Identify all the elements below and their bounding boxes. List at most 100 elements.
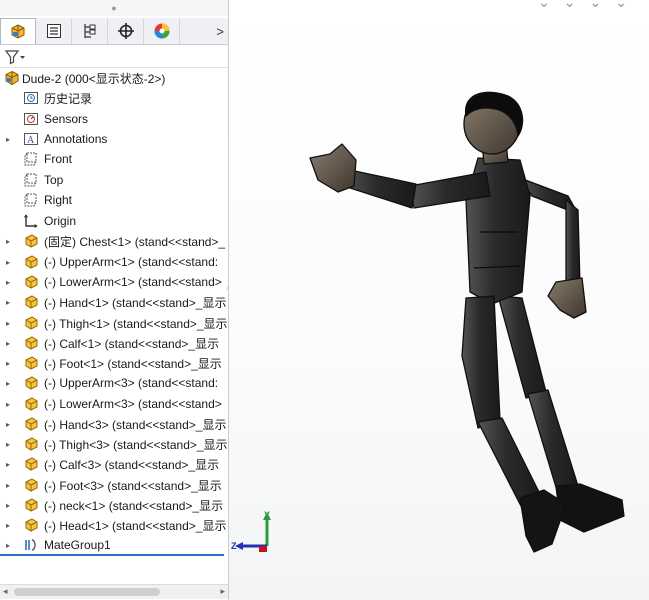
expand-arrow-icon[interactable]: ▸	[6, 400, 14, 409]
tree-item-label: (-) UpperArm<3> (stand<<stand:	[44, 376, 219, 390]
tree-item-part[interactable]: ▸ (-) Thigh<3> (stand<<stand>_显示	[0, 434, 228, 454]
tree-item-part[interactable]: ▸ (-) Calf<3> (stand<<stand>_显示	[0, 454, 228, 474]
hand-front	[309, 143, 357, 193]
plane-icon	[23, 192, 39, 208]
tree-item-label: (-) Calf<3> (stand<<stand>_显示	[44, 457, 220, 472]
expand-arrow-icon[interactable]: ▸	[6, 379, 14, 388]
featuremanager-icon	[11, 23, 25, 39]
tree-item-label: Annotations	[44, 132, 108, 146]
expand-arrow-icon[interactable]: ▸	[6, 339, 14, 348]
more-tabs-button[interactable]: >	[216, 18, 224, 44]
hand-rear	[547, 277, 587, 319]
expand-arrow-icon[interactable]: ▸	[6, 319, 14, 328]
foot-front	[519, 489, 567, 553]
tree-item-part[interactable]: ▸ (-) Hand<1> (stand<<stand>_显示	[0, 292, 228, 312]
tree-end-marker	[0, 554, 224, 556]
triad-y-label: Y	[264, 510, 270, 520]
panel-grip[interactable]: ●	[0, 0, 228, 16]
mannequin-model[interactable]	[229, 0, 649, 600]
thigh-rear	[497, 295, 547, 399]
expand-arrow-icon[interactable]: ▸	[6, 237, 14, 246]
part-icon	[23, 497, 39, 513]
scrollbar-thumb[interactable]	[14, 588, 160, 596]
scroll-right-icon[interactable]: ▸	[220, 586, 225, 597]
tree-item-label: MateGroup1	[44, 538, 111, 552]
featuremanager-tab[interactable]	[0, 18, 36, 44]
plane-icon	[23, 172, 39, 188]
featuremanager-panel: ● > Dude-2 (000<显示状态-2>) 历史记录 Sensors ▸ …	[0, 0, 229, 600]
tree-item-label: Top	[44, 173, 64, 187]
tree-item-part[interactable]: ▸ (-) LowerArm<3> (stand<<stand>	[0, 394, 228, 414]
tree-item-label: (-) neck<1> (stand<<stand>_显示	[44, 498, 224, 513]
tree-item-label: (-) Calf<1> (stand<<stand>_显示	[44, 336, 220, 351]
expand-arrow-icon[interactable]: ▸	[6, 298, 14, 307]
graphics-area[interactable]: ⌄⌄⌄⌄ Y Z	[229, 0, 649, 600]
tree-item-label: (-) Head<1> (stand<<stand>_显示	[44, 518, 227, 533]
tree-item-part[interactable]: ▸ (-) UpperArm<1> (stand<<stand:	[0, 252, 228, 272]
horizontal-scrollbar[interactable]: ◂ ▸	[0, 584, 228, 599]
tree-item-label: (-) LowerArm<1> (stand<<stand>	[44, 275, 222, 289]
part-icon	[23, 233, 39, 249]
tree-item-part[interactable]: ▸ (-) LowerArm<1> (stand<<stand>	[0, 272, 228, 292]
tree-item-part[interactable]: ▸ (-) Hand<3> (stand<<stand>_显示	[0, 414, 228, 434]
svg-text:A: A	[27, 135, 35, 146]
part-icon	[23, 254, 39, 270]
part-icon	[23, 315, 39, 331]
history-icon	[23, 90, 39, 106]
plane-icon	[23, 151, 39, 167]
tree-root-assembly[interactable]: Dude-2 (000<显示状态-2>)	[0, 68, 228, 88]
dimxpert-tab[interactable]	[108, 18, 144, 44]
tree-item-part[interactable]: ▸ (-) Calf<1> (stand<<stand>_显示	[0, 333, 228, 353]
thigh-front	[461, 295, 501, 429]
scroll-left-icon[interactable]: ◂	[3, 586, 8, 597]
expand-arrow-icon[interactable]: ▸	[6, 541, 14, 550]
expand-arrow-icon[interactable]: ▸	[6, 420, 14, 429]
tree-item-part[interactable]: ▸ (-) neck<1> (stand<<stand>_显示	[0, 495, 228, 515]
expand-arrow-icon[interactable]: ▸	[6, 440, 14, 449]
tree-item-mategroup[interactable]: ▸ MateGroup1	[0, 535, 228, 555]
tree-item-part[interactable]: ▸ (-) Foot<1> (stand<<stand>_显示	[0, 353, 228, 373]
tree-item-part[interactable]: ▸ (固定) Chest<1> (stand<<stand>_	[0, 231, 228, 251]
coordinate-triad: Y Z	[231, 510, 271, 552]
tree-item-front-plane[interactable]: Front	[0, 149, 228, 169]
expand-arrow-icon[interactable]: ▸	[6, 501, 14, 510]
expand-arrow-icon[interactable]: ▸	[6, 135, 14, 144]
filter-row	[0, 46, 228, 68]
part-icon	[23, 517, 39, 533]
tree-item-part[interactable]: ▸ (-) Thigh<1> (stand<<stand>_显示	[0, 313, 228, 333]
tree-item-right-plane[interactable]: Right	[0, 190, 228, 210]
tree-item-top-plane[interactable]: Top	[0, 170, 228, 190]
tree-item-sensors[interactable]: Sensors	[0, 109, 228, 129]
configurationmanager-icon	[83, 24, 95, 38]
expand-arrow-icon[interactable]: ▸	[6, 460, 14, 469]
tree-item-annotations[interactable]: ▸ A Annotations	[0, 129, 228, 149]
tree-item-part[interactable]: ▸ (-) UpperArm<3> (stand<<stand:	[0, 373, 228, 393]
tree-item-label: (-) Foot<3> (stand<<stand>_显示	[44, 478, 222, 493]
expand-arrow-icon[interactable]: ▸	[6, 521, 14, 530]
tree-item-label: Origin	[44, 214, 77, 228]
tree-item-label: Front	[44, 152, 73, 166]
tree-item-history[interactable]: 历史记录	[0, 88, 228, 108]
part-icon	[23, 477, 39, 493]
part-icon	[23, 355, 39, 371]
foot-rear	[555, 483, 625, 533]
tree-item-label: (-) Thigh<3> (stand<<stand>_显示	[44, 437, 228, 452]
configurationmanager-tab[interactable]	[72, 18, 108, 44]
expand-arrow-icon[interactable]: ▸	[6, 481, 14, 490]
tree-item-label: Right	[44, 193, 73, 207]
expand-arrow-icon[interactable]: ▸	[6, 258, 14, 267]
tree-item-part[interactable]: ▸ (-) Foot<3> (stand<<stand>_显示	[0, 475, 228, 495]
expand-arrow-icon[interactable]: ▸	[6, 278, 14, 287]
tree-item-part[interactable]: ▸ (-) Head<1> (stand<<stand>_显示	[0, 515, 228, 535]
sensors-icon	[23, 111, 39, 127]
display-manager-tab[interactable]	[144, 18, 180, 44]
tree-item-label: Sensors	[44, 112, 89, 126]
assembly-icon	[4, 70, 20, 86]
tree-item-origin[interactable]: Origin	[0, 211, 228, 231]
propertymanager-tab[interactable]	[36, 18, 72, 44]
part-icon	[23, 274, 39, 290]
part-icon	[23, 375, 39, 391]
tree-item-label: (固定) Chest<1> (stand<<stand>_	[44, 234, 226, 249]
expand-arrow-icon[interactable]: ▸	[6, 359, 14, 368]
filter-icon[interactable]	[4, 49, 26, 65]
